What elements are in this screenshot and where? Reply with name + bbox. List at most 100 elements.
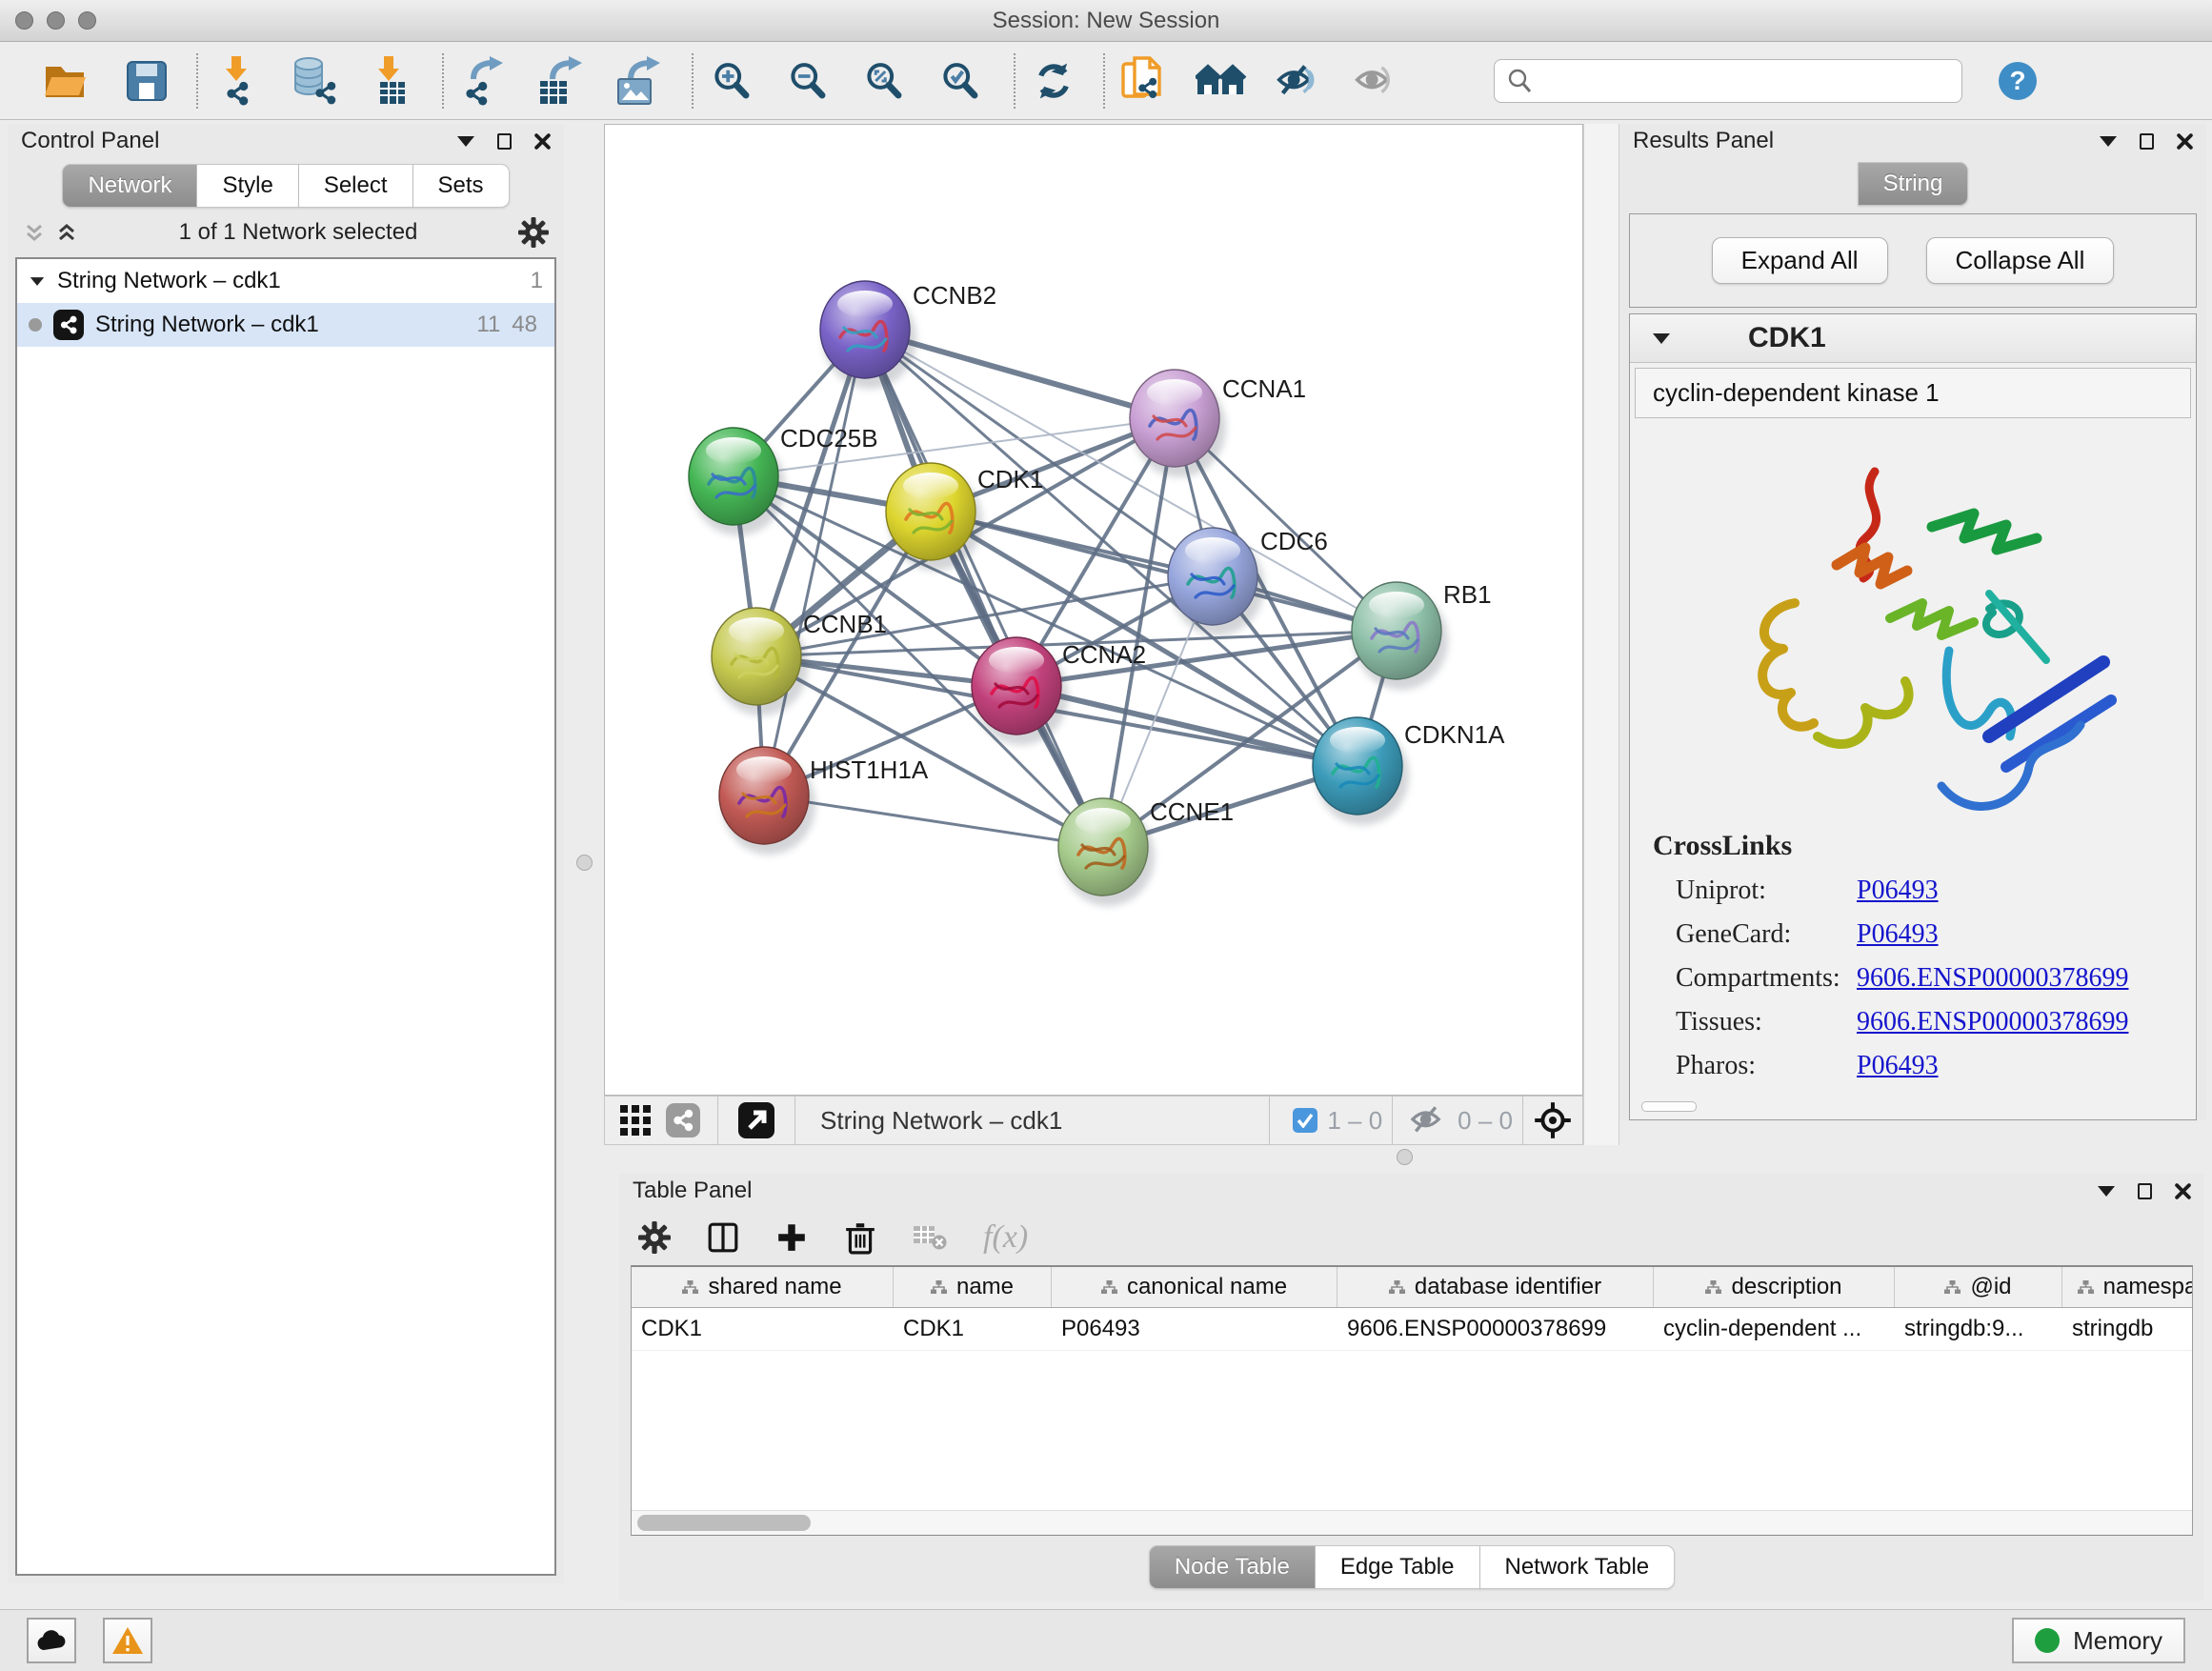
node-table: shared name name canonical name database… xyxy=(631,1265,2193,1536)
node-CDC6[interactable] xyxy=(1168,528,1264,635)
node-CDC25B[interactable] xyxy=(689,428,785,535)
panel-menu-icon[interactable] xyxy=(2100,136,2117,147)
column-header-description[interactable]: description xyxy=(1654,1267,1895,1307)
column-header-canonical-name[interactable]: canonical name xyxy=(1052,1267,1337,1307)
open-in-window-button[interactable] xyxy=(728,1092,785,1149)
import-network-from-database-button[interactable] xyxy=(288,52,341,110)
table-settings-gear-icon[interactable] xyxy=(638,1221,671,1254)
crosslink-link[interactable]: P06493 xyxy=(1857,919,1939,950)
results-hscrollbar[interactable] xyxy=(1639,1100,2186,1114)
crosslinks-heading: CrossLinks xyxy=(1653,830,2173,862)
close-panel-icon[interactable] xyxy=(534,133,551,150)
gene-header[interactable]: CDK1 xyxy=(1630,314,2196,363)
expand-all-button[interactable]: Expand All xyxy=(1712,237,1888,284)
add-column-icon[interactable] xyxy=(775,1221,808,1254)
splitter-knob-left[interactable] xyxy=(576,855,593,871)
network-options-gear-icon[interactable] xyxy=(518,217,549,248)
tab-select[interactable]: Select xyxy=(299,164,413,208)
table-hscrollbar[interactable] xyxy=(632,1510,2192,1535)
show-columns-icon[interactable] xyxy=(707,1221,739,1254)
memory-button[interactable]: Memory xyxy=(2012,1618,2185,1663)
tab-network-table[interactable]: Network Table xyxy=(1480,1545,1676,1589)
tab-edge-table[interactable]: Edge Table xyxy=(1316,1545,1480,1589)
tab-string[interactable]: String xyxy=(1858,162,1969,206)
help-button[interactable]: ? xyxy=(1991,52,2044,110)
column-header-shared-name[interactable]: shared name xyxy=(632,1267,894,1307)
horizontal-splitter[interactable] xyxy=(604,1145,1619,1170)
grid-view-button[interactable] xyxy=(613,1092,658,1149)
collapse-all-button[interactable]: Collapse All xyxy=(1926,237,2115,284)
column-header--id[interactable]: @id xyxy=(1895,1267,2062,1307)
selected-nodes-checkbox[interactable] xyxy=(1293,1108,1317,1133)
panel-menu-icon[interactable] xyxy=(457,136,474,147)
warnings-button[interactable] xyxy=(103,1618,152,1663)
zoom-out-button[interactable] xyxy=(781,52,835,110)
float-panel-icon[interactable] xyxy=(2140,133,2154,150)
svg-text:?: ? xyxy=(2009,66,2025,95)
clone-network-button[interactable] xyxy=(1116,52,1170,110)
results-panel-title: Results Panel xyxy=(1633,128,1774,154)
import-network-button[interactable] xyxy=(211,52,265,110)
float-panel-icon[interactable] xyxy=(497,133,512,150)
table-row[interactable]: CDK1CDK1P064939606.ENSP00000378699cyclin… xyxy=(632,1308,2192,1351)
crosslink-link[interactable]: 9606.ENSP00000378699 xyxy=(1857,963,2128,994)
node-CCNA1[interactable] xyxy=(1130,370,1226,477)
delete-column-icon[interactable] xyxy=(844,1220,876,1255)
close-panel-icon[interactable] xyxy=(2177,133,2193,150)
expand-all-tree-icon[interactable] xyxy=(55,223,78,242)
column-type-icon xyxy=(682,1280,698,1295)
column-header-namespac[interactable]: namespac xyxy=(2062,1267,2193,1307)
crosslink-link[interactable]: P06493 xyxy=(1857,876,1939,906)
panel-menu-icon[interactable] xyxy=(2098,1186,2115,1197)
network-canvas[interactable]: CCNB2CCNA1CDC25BCDK1CDC6RB1CCNB1CCNA2CDK… xyxy=(604,124,1583,1096)
crosslink-link[interactable]: P06493 xyxy=(1857,1051,1939,1081)
search-input[interactable] xyxy=(1533,62,1950,100)
network-scrollbar-gutter[interactable] xyxy=(1583,124,1619,1145)
network-title: String Network – cdk1 xyxy=(820,1106,1062,1136)
network-row[interactable]: String Network – cdk1 11 48 xyxy=(17,303,554,347)
refresh-button[interactable] xyxy=(1027,52,1080,110)
collapse-icon[interactable] xyxy=(30,277,44,286)
open-session-button[interactable] xyxy=(38,52,91,110)
save-session-button[interactable] xyxy=(120,52,173,110)
show-all-button[interactable] xyxy=(1349,52,1402,110)
cloud-status-button[interactable] xyxy=(27,1618,76,1663)
hide-selected-button[interactable] xyxy=(1271,52,1324,110)
table-header-row: shared name name canonical name database… xyxy=(632,1267,2192,1308)
tab-node-table[interactable]: Node Table xyxy=(1149,1545,1316,1589)
zoom-selected-button[interactable] xyxy=(934,52,987,110)
node-CDKN1A[interactable] xyxy=(1313,717,1409,825)
first-neighbors-button[interactable] xyxy=(1195,52,1248,110)
table-hscrollbar-thumb[interactable] xyxy=(637,1515,811,1531)
node-RB1[interactable] xyxy=(1352,582,1448,690)
collapse-all-tree-icon[interactable] xyxy=(23,223,46,242)
network-graph[interactable]: CCNB2CCNA1CDC25BCDK1CDC6RB1CCNB1CCNA2CDK… xyxy=(605,125,1582,1095)
collapse-gene-icon[interactable] xyxy=(1653,333,1670,344)
import-table-button[interactable] xyxy=(364,52,417,110)
export-table-button[interactable] xyxy=(533,52,587,110)
column-type-icon xyxy=(1389,1280,1405,1295)
column-header-database-identifier[interactable]: database identifier xyxy=(1337,1267,1654,1307)
node-label-CCNB2: CCNB2 xyxy=(913,281,996,310)
memory-status-dot xyxy=(2035,1628,2060,1653)
export-network-button[interactable] xyxy=(455,52,509,110)
crosslink-link[interactable]: 9606.ENSP00000378699 xyxy=(1857,1007,2128,1037)
float-panel-icon[interactable] xyxy=(2138,1183,2152,1199)
network-collection-row[interactable]: String Network – cdk11 xyxy=(17,259,554,303)
close-panel-icon[interactable] xyxy=(2175,1183,2191,1199)
tab-style[interactable]: Style xyxy=(197,164,298,208)
node-CCNB2[interactable] xyxy=(820,281,916,389)
network-view-footer: String Network – cdk1 1 – 0 0 – 0 xyxy=(604,1096,1583,1145)
tab-network[interactable]: Network xyxy=(62,164,197,208)
node-HIST1H1A[interactable] xyxy=(719,747,815,855)
crosslink-row: Pharos: P06493 xyxy=(1676,1051,2173,1081)
network-type-button[interactable] xyxy=(658,1092,708,1149)
column-header-name[interactable]: name xyxy=(894,1267,1052,1307)
zoom-in-button[interactable] xyxy=(705,52,758,110)
export-image-button[interactable] xyxy=(612,52,665,110)
node-CCNE1[interactable] xyxy=(1058,798,1155,906)
toolbar-search[interactable] xyxy=(1494,59,1962,103)
birdseye-toggle-button[interactable] xyxy=(1523,1092,1582,1149)
zoom-fit-button[interactable] xyxy=(857,52,911,110)
tab-sets[interactable]: Sets xyxy=(413,164,510,208)
